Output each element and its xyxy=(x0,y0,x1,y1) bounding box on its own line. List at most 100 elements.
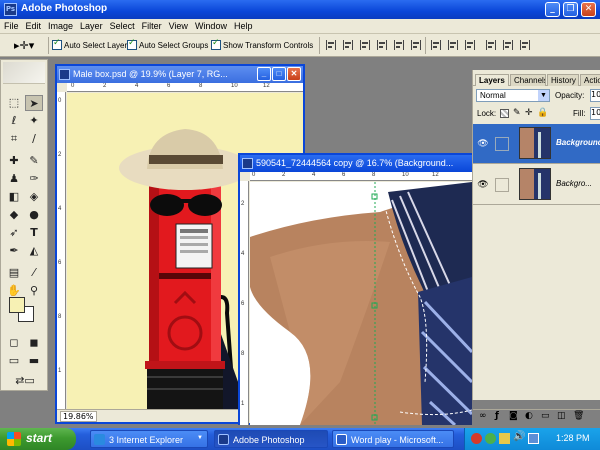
shape-tool-icon[interactable]: ◭ xyxy=(25,243,43,259)
blend-mode-select[interactable]: Normal ▼ xyxy=(476,89,550,102)
blur-tool-icon[interactable]: ◆ xyxy=(5,207,23,223)
marquee-tool-icon[interactable]: ⬚ xyxy=(5,95,23,111)
slice-tool-icon[interactable]: ∕ xyxy=(25,131,43,147)
menu-image[interactable]: Image xyxy=(44,19,76,31)
magic-wand-tool-icon[interactable]: ✦ xyxy=(25,113,43,129)
auto-select-layer-checkbox[interactable] xyxy=(52,38,62,50)
tray-icon-2[interactable] xyxy=(485,433,496,444)
lock-transparent-icon[interactable] xyxy=(500,109,509,118)
lock-position-icon[interactable]: ✛ xyxy=(525,108,533,118)
layer-link-slot[interactable] xyxy=(495,137,509,151)
align-left-icon[interactable] xyxy=(377,40,387,50)
adjustment-layer-icon[interactable]: ◐ xyxy=(525,411,533,421)
photoshop-icon xyxy=(218,434,229,445)
layer-name[interactable]: Background xyxy=(556,138,600,147)
tab-layers[interactable]: Layers xyxy=(475,74,509,86)
clock[interactable]: 1:28 PM xyxy=(556,433,590,443)
close-button[interactable]: ✕ xyxy=(581,2,596,17)
align-top-icon[interactable] xyxy=(326,40,336,50)
menu-help[interactable]: Help xyxy=(230,19,256,31)
path-selection-tool-icon[interactable]: ➶ xyxy=(5,225,23,241)
menu-edit[interactable]: Edit xyxy=(22,19,45,31)
menu-view[interactable]: View xyxy=(165,19,191,31)
task-internet-explorer[interactable]: 3 Internet Explorer ▼ xyxy=(90,430,208,448)
new-layer-icon[interactable]: ◫ xyxy=(557,411,566,421)
distribute-vcenter-icon[interactable] xyxy=(448,40,458,50)
quick-mask-mode-icon[interactable]: ◼ xyxy=(25,335,43,351)
align-bottom-icon[interactable] xyxy=(360,40,370,50)
task-word[interactable]: Word play - Microsoft... xyxy=(332,430,454,448)
screen-mode-full-icon[interactable]: ▬ xyxy=(25,353,43,369)
minimize-button[interactable]: _ xyxy=(545,2,560,17)
dodge-tool-icon[interactable]: ● xyxy=(25,207,43,223)
menu-select[interactable]: Select xyxy=(106,19,138,31)
opacity-input[interactable]: 100 xyxy=(590,89,600,102)
paint-bucket-tool-icon[interactable]: ◈ xyxy=(25,189,43,205)
move-tool-preset-icon[interactable]: ▸✛▾ xyxy=(14,38,40,53)
move-tool-icon[interactable]: ➤ xyxy=(25,95,43,111)
layer-row-background[interactable]: 👁 Backgro... xyxy=(473,165,600,205)
distribute-bottom-icon[interactable] xyxy=(465,40,475,50)
start-button[interactable]: start xyxy=(0,428,76,450)
menu-window[interactable]: Window xyxy=(191,19,230,31)
doc2-canvas[interactable] xyxy=(250,182,472,425)
layer-style-icon[interactable]: ƒ xyxy=(495,411,499,421)
layer-row-background-copy[interactable]: 👁 Background xyxy=(473,124,600,164)
lock-all-icon[interactable]: 🔒 xyxy=(537,108,548,118)
tab-history[interactable]: History xyxy=(547,74,579,86)
auto-select-groups-checkbox[interactable] xyxy=(127,38,137,50)
lasso-tool-icon[interactable]: ℓ xyxy=(5,113,23,129)
doc1-minimize-button[interactable]: _ xyxy=(257,67,271,81)
layer-link-slot[interactable] xyxy=(495,178,509,192)
history-brush-tool-icon[interactable]: ✑ xyxy=(25,171,43,187)
trash-icon[interactable]: 🗑 xyxy=(573,411,584,421)
network-icon[interactable] xyxy=(528,433,539,444)
lock-image-icon[interactable]: ✎ xyxy=(513,108,521,118)
fill-input[interactable]: 100 xyxy=(590,107,600,120)
healing-brush-tool-icon[interactable]: ✚ xyxy=(5,153,23,169)
layer-name[interactable]: Backgro... xyxy=(556,179,592,188)
layer-mask-icon[interactable]: ◙ xyxy=(509,411,518,421)
doc1-titlebar[interactable]: Male box.psd @ 19.9% (Layer 7, RG... _ □… xyxy=(57,66,303,83)
eraser-tool-icon[interactable]: ◧ xyxy=(5,189,23,205)
align-hcenter-icon[interactable] xyxy=(394,40,404,50)
tab-actions[interactable]: Actions xyxy=(580,74,600,86)
doc1-maximize-button[interactable]: □ xyxy=(272,67,286,81)
distribute-right-icon[interactable] xyxy=(520,40,530,50)
tab-channels[interactable]: Channels xyxy=(510,74,546,86)
doc2-titlebar[interactable]: 590541_72444564 copy @ 16.7% (Background… xyxy=(240,155,472,172)
task-adobe-photoshop[interactable]: Adobe Photoshop xyxy=(214,430,328,448)
menu-layer[interactable]: Layer xyxy=(76,19,106,31)
show-transform-controls-checkbox[interactable] xyxy=(211,38,221,50)
document-window-tie-photo[interactable]: 590541_72444564 copy @ 16.7% (Background… xyxy=(238,153,472,425)
doc1-zoom-level[interactable]: 19.86% xyxy=(60,411,97,422)
distribute-top-icon[interactable] xyxy=(431,40,441,50)
brush-tool-icon[interactable]: ✎ xyxy=(25,153,43,169)
notes-tool-icon[interactable]: ▤ xyxy=(5,265,23,281)
tray-icon-3[interactable] xyxy=(499,433,510,444)
menu-filter[interactable]: Filter xyxy=(138,19,165,31)
eyedropper-tool-icon[interactable]: ⁄ xyxy=(25,265,43,281)
align-right-icon[interactable] xyxy=(411,40,421,50)
distribute-left-icon[interactable] xyxy=(486,40,496,50)
screen-mode-standard-icon[interactable]: ▭ xyxy=(5,353,23,369)
zoom-tool-icon[interactable]: ⚲ xyxy=(25,283,43,299)
visibility-eye-icon[interactable]: 👁 xyxy=(477,138,489,150)
jump-to-imageready-icon[interactable]: ⇄▭ xyxy=(7,373,43,389)
distribute-hcenter-icon[interactable] xyxy=(503,40,513,50)
align-vcenter-icon[interactable] xyxy=(343,40,353,50)
speaker-icon[interactable]: 🔊 xyxy=(513,431,525,442)
new-group-icon[interactable]: ▭ xyxy=(541,411,550,421)
foreground-color-swatch[interactable] xyxy=(9,297,25,313)
crop-tool-icon[interactable]: ⌗ xyxy=(5,131,23,147)
restore-button[interactable]: ❐ xyxy=(563,2,578,17)
tray-icon-1[interactable] xyxy=(471,433,482,444)
menu-file[interactable]: File xyxy=(0,19,22,31)
clone-stamp-tool-icon[interactable]: ♟ xyxy=(5,171,23,187)
doc1-close-button[interactable]: ✕ xyxy=(287,67,301,81)
link-layers-icon[interactable]: ∞ xyxy=(479,411,487,421)
type-tool-icon[interactable]: T xyxy=(25,225,43,241)
pen-tool-icon[interactable]: ✒ xyxy=(5,243,23,259)
visibility-eye-icon[interactable]: 👁 xyxy=(477,179,489,191)
standard-mode-icon[interactable]: ◻ xyxy=(5,335,23,351)
